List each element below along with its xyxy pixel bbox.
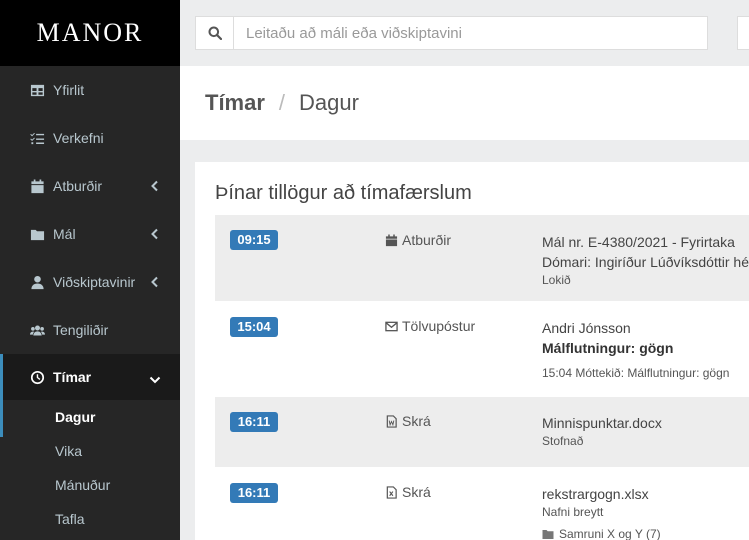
table-row[interactable]: 15:04 Tölvupóstur Andri Jónsson Málflutn… [215,304,749,394]
logo[interactable]: MANOR [0,0,180,66]
calendar-icon [29,178,45,194]
page-subtitle: Dagur [299,90,359,115]
sidebar-item-label: Atburðir [53,178,103,194]
row-type: Skrá [385,413,431,429]
table-row[interactable]: 16:11 Skrá rekstrargogn.xlsx Nafni breyt… [215,470,749,540]
sidebar-item-label: Verkefni [53,130,104,146]
sidebar-subitem-manudur[interactable]: Mánuður [0,468,180,502]
page-title[interactable]: Tímar [205,90,265,116]
breadcrumb-separator: / [278,90,286,115]
topbar [180,0,749,66]
row-type: Skrá [385,484,431,500]
sidebar-item-label: Tengiliðir [53,322,109,338]
sidebar-item-label: Mál [53,226,76,242]
topbar-action-box[interactable] [737,16,749,50]
user-icon [29,274,45,290]
row-subtitle: Dómari: Ingiríður Lúðvíksdóttir hé [542,254,749,270]
sidebar-item-label: Tímar [53,369,92,385]
sidebar-item-tengilidir[interactable]: Tengiliðir [0,306,180,354]
table-row[interactable]: 16:11 Skrá Minnispunktar.docx Stofnað [215,397,749,467]
time-badge: 16:11 [230,483,278,503]
search-button[interactable] [196,17,234,49]
envelope-icon [385,321,398,331]
sidebar-subnav-timar: Dagur Vika Mánuður Tafla [0,400,180,536]
sidebar-item-yfirlit[interactable]: Yfirlit [0,66,180,114]
sidebar-nav: Yfirlit Verkefni Atburðir Mál Viðskiptav… [0,66,180,400]
case-link-label: Samruni X og Y (7) [559,527,661,540]
row-subtitle: Málflutningur: gögn [542,340,674,356]
row-type-label: Atburðir [402,232,452,248]
sidebar-item-label: Viðskiptavinir [53,274,136,290]
row-title: Andri Jónsson [542,320,631,336]
sidebar-item-timar[interactable]: Tímar [0,354,180,400]
time-badge: 16:11 [230,412,278,432]
row-status: Stofnað [542,434,584,448]
chevron-left-icon [150,179,160,192]
sidebar-subitem-dagur[interactable]: Dagur [0,400,180,434]
sidebar-subitem-tafla[interactable]: Tafla [0,502,180,536]
folder-icon [29,226,45,242]
row-status: Lokið [542,273,571,287]
calendar-icon [385,233,398,246]
row-type-label: Skrá [402,413,431,429]
row-details: rekstrargogn.xlsx Nafni breytt Samruni X… [542,484,661,540]
task-list-icon [29,130,45,146]
page-header: Tímar / Dagur [180,66,749,140]
row-title: rekstrargogn.xlsx [542,486,649,502]
search-icon [208,26,222,40]
sidebar-item-mal[interactable]: Mál [0,210,180,258]
sidebar-item-vidskiptavinir[interactable]: Viðskiptavinir [0,258,180,306]
row-status: 15:04 Móttekið: Málflutningur: gögn [542,366,730,380]
sidebar-item-atburdir[interactable]: Atburðir [0,162,180,210]
row-details: Mál nr. E-4380/2021 - Fyrirtaka Dómari: … [542,232,749,288]
search-input[interactable] [234,17,707,49]
excel-file-icon [386,485,397,499]
time-badge: 15:04 [230,317,278,337]
chevron-left-icon [150,275,160,288]
sidebar-subitem-vika[interactable]: Vika [0,434,180,468]
folder-icon [542,529,554,539]
word-file-icon [386,414,397,428]
row-status: Nafni breytt [542,505,604,519]
row-type-label: Skrá [402,484,431,500]
row-type-label: Tölvupóstur [402,318,476,334]
suggestions-card: Þínar tillögur að tímafærslum 09:15 Atbu… [195,162,749,540]
chevron-down-icon [149,372,161,384]
sidebar-item-verkefni[interactable]: Verkefni [0,114,180,162]
chevron-left-icon [150,227,160,240]
logo-text: MANOR [36,18,144,47]
time-badge: 09:15 [230,230,278,250]
row-type: Tölvupóstur [385,318,475,334]
row-details: Minnispunktar.docx Stofnað [542,413,662,449]
row-type: Atburðir [385,232,451,248]
row-details: Andri Jónsson Málflutningur: gögn 15:04 … [542,318,729,381]
clock-icon [29,369,45,385]
case-link[interactable]: Samruni X og Y (7) [542,526,661,540]
users-icon [29,322,45,338]
table-row[interactable]: 09:15 Atburðir Mál nr. E-4380/2021 - Fyr… [215,215,749,301]
row-title: Minnispunktar.docx [542,415,662,431]
search-box [195,16,708,50]
dashboard-icon [29,82,45,98]
sidebar-item-label: Yfirlit [53,82,85,98]
row-title: Mál nr. E-4380/2021 - Fyrirtaka [542,234,735,250]
card-title: Þínar tillögur að tímafærslum [215,182,472,204]
active-indicator [0,355,3,437]
sidebar: MANOR Yfirlit Verkefni Atburðir Mál Viðs… [0,0,180,540]
